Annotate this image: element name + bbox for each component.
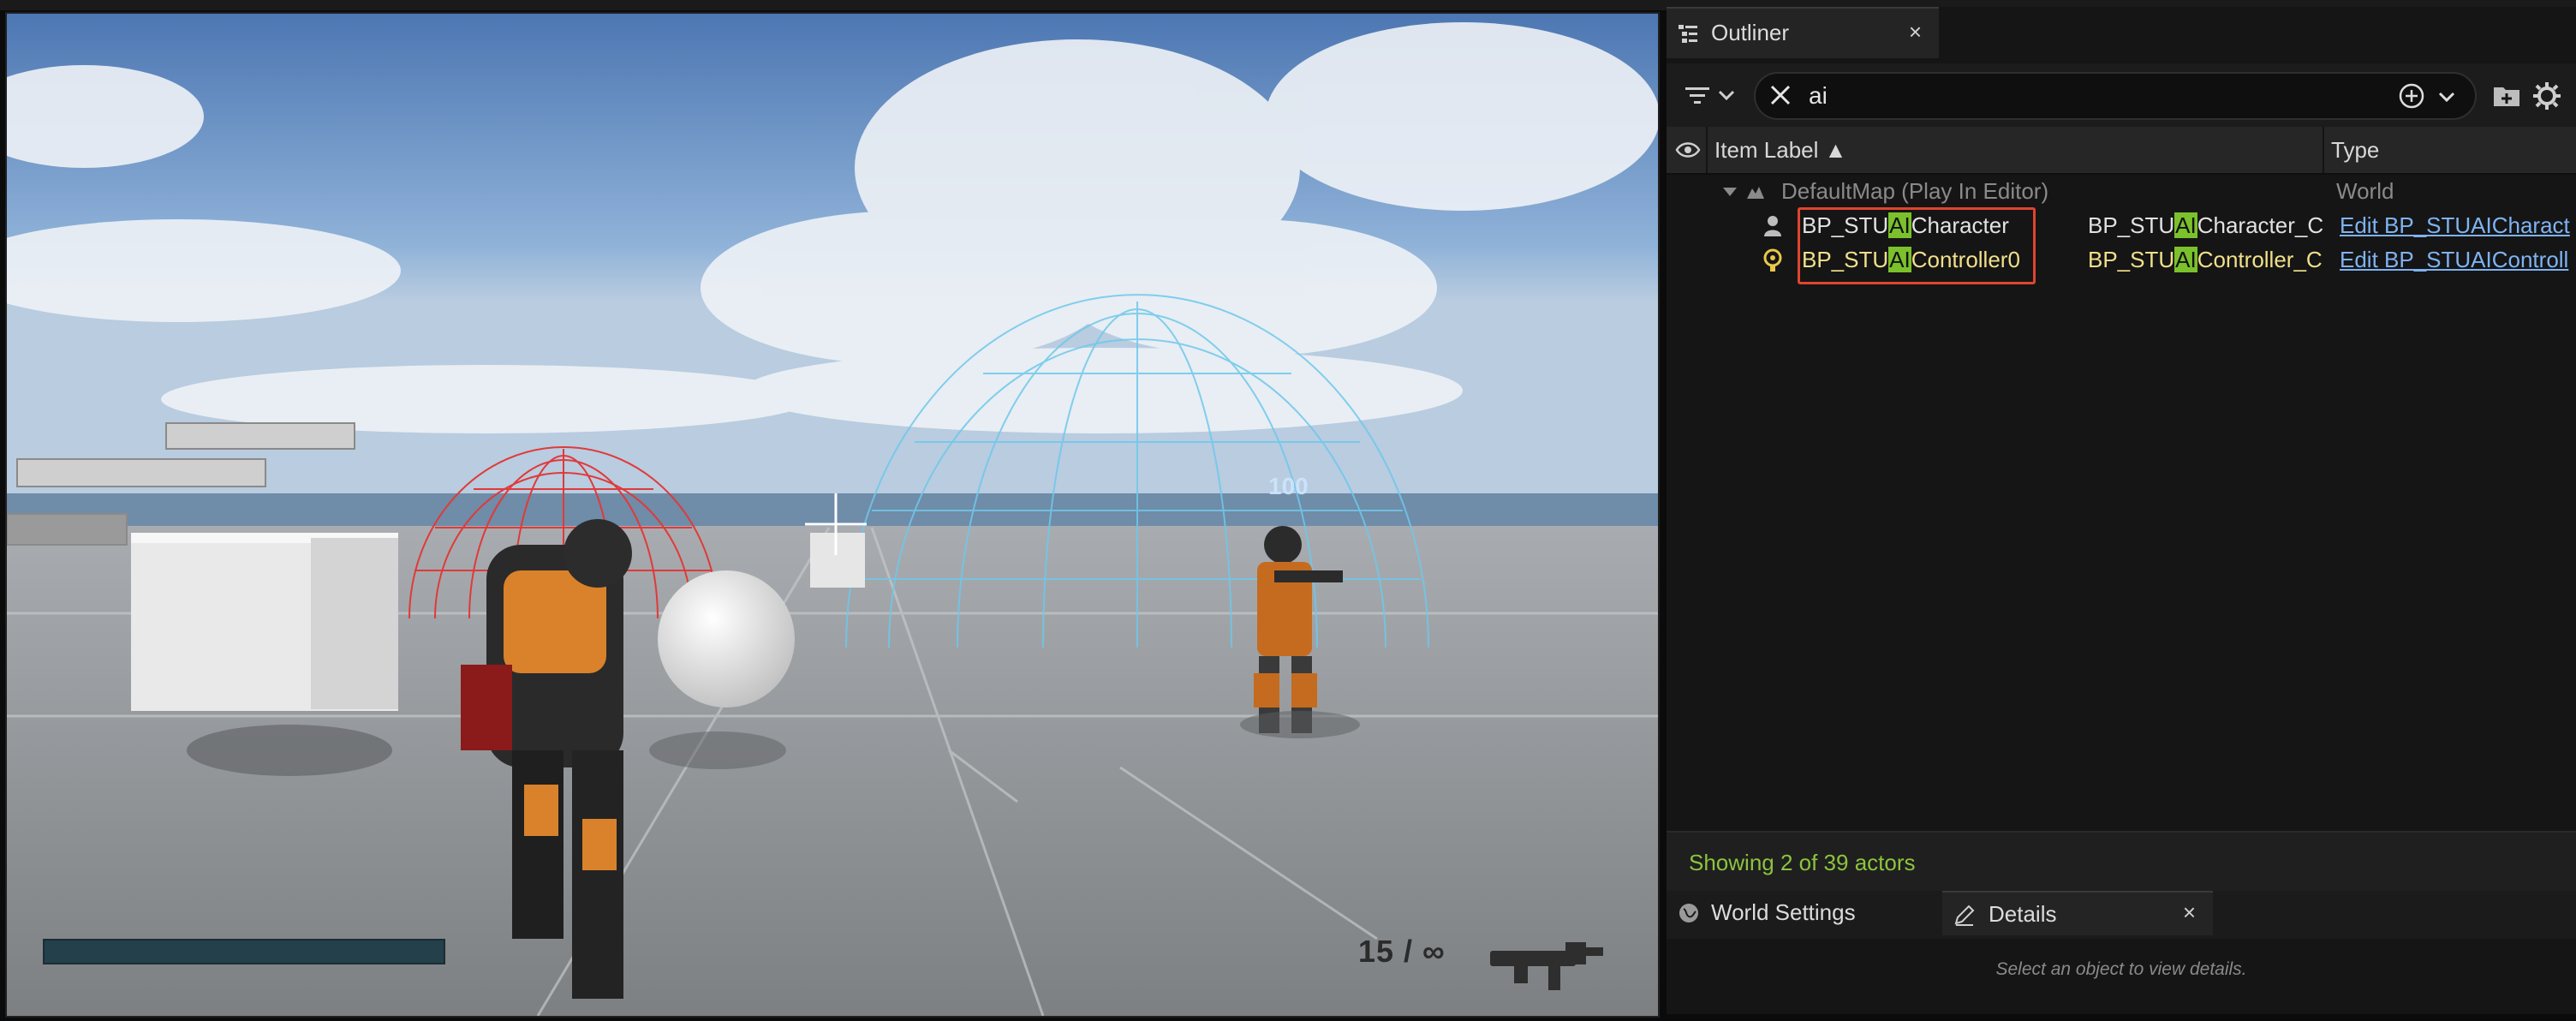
row-label: DefaultMap (Play In Editor) <box>1781 178 2049 204</box>
pencil-icon <box>1954 905 1975 926</box>
outliner-column-header: Item Label ▲ Type <box>1667 127 2576 175</box>
close-icon[interactable]: × <box>1909 19 1922 45</box>
close-icon[interactable]: × <box>2183 899 2196 926</box>
row-class: BP_STUAIController_C <box>2088 247 2323 272</box>
row-class: BP_STUAICharacter_C <box>2088 212 2324 238</box>
outliner-panel: Outliner × ai Item Label ▲ Type DefaultM… <box>1667 7 2576 891</box>
character-icon <box>1764 216 1781 236</box>
edit-blueprint-link[interactable]: Edit BP_STUAIControll <box>2340 247 2568 273</box>
actor-count-status: Showing 2 of 39 actors <box>1667 831 2576 891</box>
tab-details[interactable]: Details × <box>1942 891 2213 935</box>
details-empty-text: Select an object to view details. <box>1995 959 2247 979</box>
globe-icon <box>1679 904 1698 922</box>
viewport-scene <box>7 14 1658 1016</box>
expand-arrow-icon[interactable] <box>1721 183 1738 200</box>
white-cube <box>131 533 398 711</box>
column-type[interactable]: Type <box>2331 137 2379 164</box>
health-bar <box>43 939 445 964</box>
selection-highlight-box <box>1798 207 2036 284</box>
controller-icon <box>1763 248 1782 272</box>
ammo-counter: 15 / ∞ <box>1358 934 1446 969</box>
outliner-icon <box>1679 25 1697 43</box>
search-input[interactable]: ai <box>1809 82 1828 110</box>
outliner-row-world[interactable]: DefaultMap (Play In Editor) World <box>1667 175 2576 209</box>
search-match-highlight: AI <box>2174 247 2197 272</box>
gear-icon[interactable] <box>2531 81 2562 111</box>
tab-world-settings-label: World Settings <box>1711 899 1856 925</box>
game-viewport[interactable]: 100 15 / ∞ <box>5 12 1660 1018</box>
clear-search-icon[interactable] <box>1768 82 1793 108</box>
tab-outliner-label: Outliner <box>1711 20 1790 45</box>
add-filter-icon[interactable] <box>2398 82 2425 110</box>
row-type: World <box>2336 178 2394 204</box>
tab-world-settings[interactable]: World Settings <box>1667 891 1935 934</box>
white-sphere <box>658 570 795 708</box>
filter-icon[interactable] <box>1682 79 1744 113</box>
tab-details-label: Details <box>1989 901 2057 927</box>
actor-count-text: Showing 2 of 39 actors <box>1689 850 1916 875</box>
search-bar[interactable]: ai <box>1754 72 2477 120</box>
small-cube <box>810 533 865 588</box>
shadow <box>187 725 392 776</box>
world-map-icon <box>1747 187 1764 199</box>
column-item-label[interactable]: Item Label ▲ <box>1714 137 1846 164</box>
chevron-down-icon[interactable] <box>2437 87 2456 106</box>
edit-blueprint-link[interactable]: Edit BP_STUAICharact <box>2340 212 2570 239</box>
new-folder-icon[interactable] <box>2492 82 2521 110</box>
tab-outliner[interactable]: Outliner × <box>1667 7 1939 58</box>
details-panel: World Settings Details × Select an objec… <box>1667 891 2576 1014</box>
visibility-eye-icon[interactable] <box>1675 138 1701 162</box>
hud-score-number: 100 <box>1268 473 1309 499</box>
details-empty-state: Select an object to view details. <box>1667 939 2576 1014</box>
search-match-highlight: AI <box>2174 212 2197 238</box>
outliner-toolbar: ai <box>1667 63 2576 127</box>
